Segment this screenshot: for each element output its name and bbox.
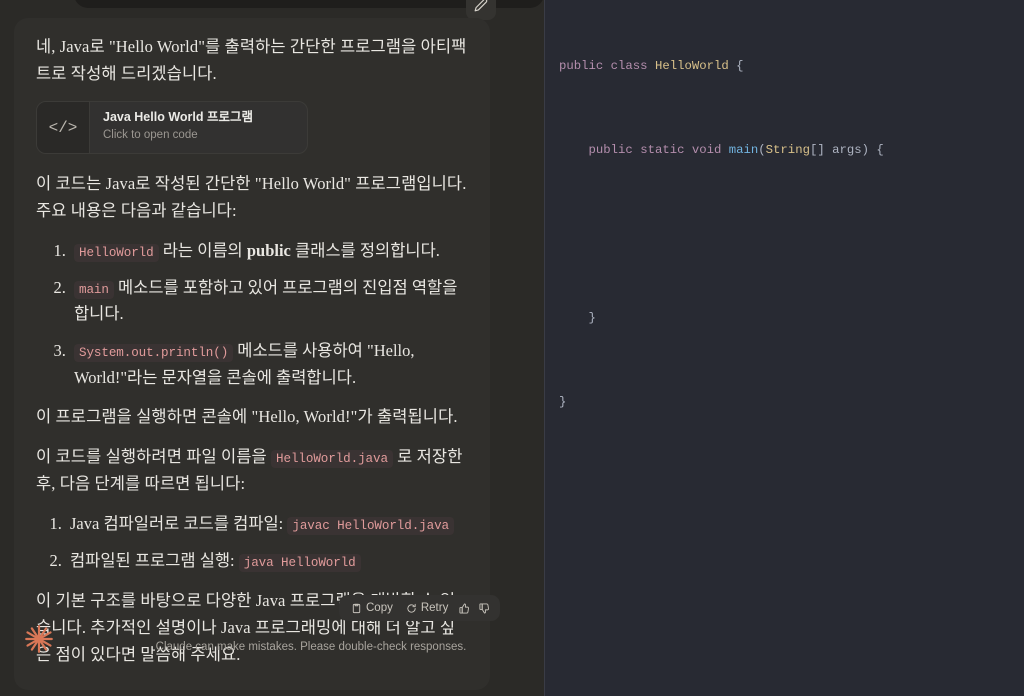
list-item: Java 컴파일러로 코드를 컴파일: javac HelloWorld.jav… [66, 511, 468, 538]
token: public [559, 59, 611, 73]
edit-message-button[interactable] [466, 0, 496, 20]
code-line: public class HelloWorld { [545, 56, 1024, 77]
token: public [588, 143, 641, 157]
token: main [728, 143, 759, 157]
thumbs-up-icon [459, 602, 470, 614]
disclaimer-text: Claude can make mistakes. Please double-… [155, 641, 467, 653]
artifact-subtitle: Click to open code [103, 129, 198, 142]
token: static [640, 143, 692, 157]
token: [] args) { [809, 143, 884, 157]
list-item-bold: public [246, 240, 291, 260]
run-intro-a: 이 코드를 실행하려면 파일 이름을 [36, 447, 272, 467]
retry-button[interactable]: Retry [401, 600, 453, 616]
list-item-text-b: 클래스를 정의합니다. [290, 240, 440, 260]
step-text: 컴파일된 프로그램 실행: [70, 551, 239, 571]
artifact-card-text: Java Hello World 프로그램 Click to open code [90, 102, 253, 153]
result-paragraph: 이 프로그램을 실행하면 콘솔에 "Hello, World!"가 출력됩니다. [36, 407, 458, 427]
token: void [691, 143, 729, 157]
run-instructions-paragraph: 이 코드를 실행하려면 파일 이름을 HelloWorld.java 로 저장한… [36, 444, 468, 497]
thumbs-down-icon [479, 602, 490, 614]
token: String [765, 143, 810, 157]
claude-artifact-window: 네, Java로 "Hello World"를 출력하는 간단한 프로그램을 아… [0, 0, 1024, 696]
token: ( [758, 143, 766, 157]
inline-code: java HelloWorld [238, 554, 361, 573]
artifact-title-bold: Java Hello World [103, 110, 204, 125]
inline-code: main [74, 280, 114, 299]
code-brackets-icon: </> [37, 102, 90, 154]
code-block[interactable]: public class HelloWorld { public static … [545, 14, 1024, 455]
list-item: main 메소드를 포함하고 있어 프로그램의 진입점 역할을 합니다. [70, 275, 468, 328]
chat-pane: 네, Java로 "Hello World"를 출력하는 간단한 프로그램을 아… [0, 0, 544, 696]
token: HelloWorld [654, 59, 729, 73]
feature-list: HelloWorld 라는 이름의 public 클래스를 정의합니다. mai… [36, 238, 468, 392]
copy-button[interactable]: Copy [346, 600, 398, 616]
inline-code: HelloWorld.java [271, 450, 393, 469]
token: { [728, 59, 744, 73]
list-item: 컴파일된 프로그램 실행: java HelloWorld [66, 548, 468, 575]
refresh-icon [406, 603, 417, 614]
copy-label: Copy [366, 602, 393, 614]
thumbs-down-button[interactable] [476, 601, 493, 616]
pencil-icon [474, 0, 488, 12]
inline-code: javac HelloWorld.java [287, 516, 454, 535]
artifact-title-rest: 프로그램 [203, 110, 253, 125]
code-line: } [545, 392, 1024, 413]
intro-paragraph: 네, Java로 "Hello World"를 출력하는 간단한 프로그램을 아… [36, 37, 467, 83]
steps-list: Java 컴파일러로 코드를 컴파일: javac HelloWorld.jav… [36, 511, 468, 575]
artifact-title: Java Hello World 프로그램 [103, 110, 253, 126]
token: } [588, 311, 596, 325]
code-line-selected-placeholder [545, 224, 1024, 245]
thumbs-up-button[interactable] [456, 601, 473, 616]
list-item-text: 메소드를 포함하고 있어 프로그램의 진입점 역할을 합니다. [74, 277, 458, 324]
inline-code: System.out.println() [74, 344, 234, 363]
artifact-card[interactable]: </> Java Hello World 프로그램 Click to open … [36, 101, 308, 155]
token: } [559, 395, 567, 409]
assistant-message-bubble: 네, Java로 "Hello World"를 출력하는 간단한 프로그램을 아… [14, 18, 490, 691]
list-item: System.out.println() 메소드를 사용하여 "Hello, W… [70, 338, 468, 391]
list-item: HelloWorld 라는 이름의 public 클래스를 정의합니다. [70, 238, 468, 265]
artifact-icon-glyph: </> [48, 118, 78, 137]
inline-code: HelloWorld [74, 243, 159, 262]
step-text: Java 컴파일러로 코드를 컴파일: [70, 513, 288, 533]
list-item-text: 라는 이름의 [158, 240, 247, 260]
code-line: public static void main(String[] args) { [545, 140, 1024, 161]
retry-label: Retry [420, 602, 449, 614]
message-action-bar: Copy Retry [339, 595, 501, 621]
code-line: } [545, 308, 1024, 329]
clipboard-icon [351, 603, 362, 614]
code-editor-pane: public class HelloWorld { public static … [544, 0, 1024, 696]
token: class [610, 59, 655, 73]
explain-paragraph: 이 코드는 Java로 작성된 간단한 "Hello World" 프로그램입니… [36, 174, 467, 221]
